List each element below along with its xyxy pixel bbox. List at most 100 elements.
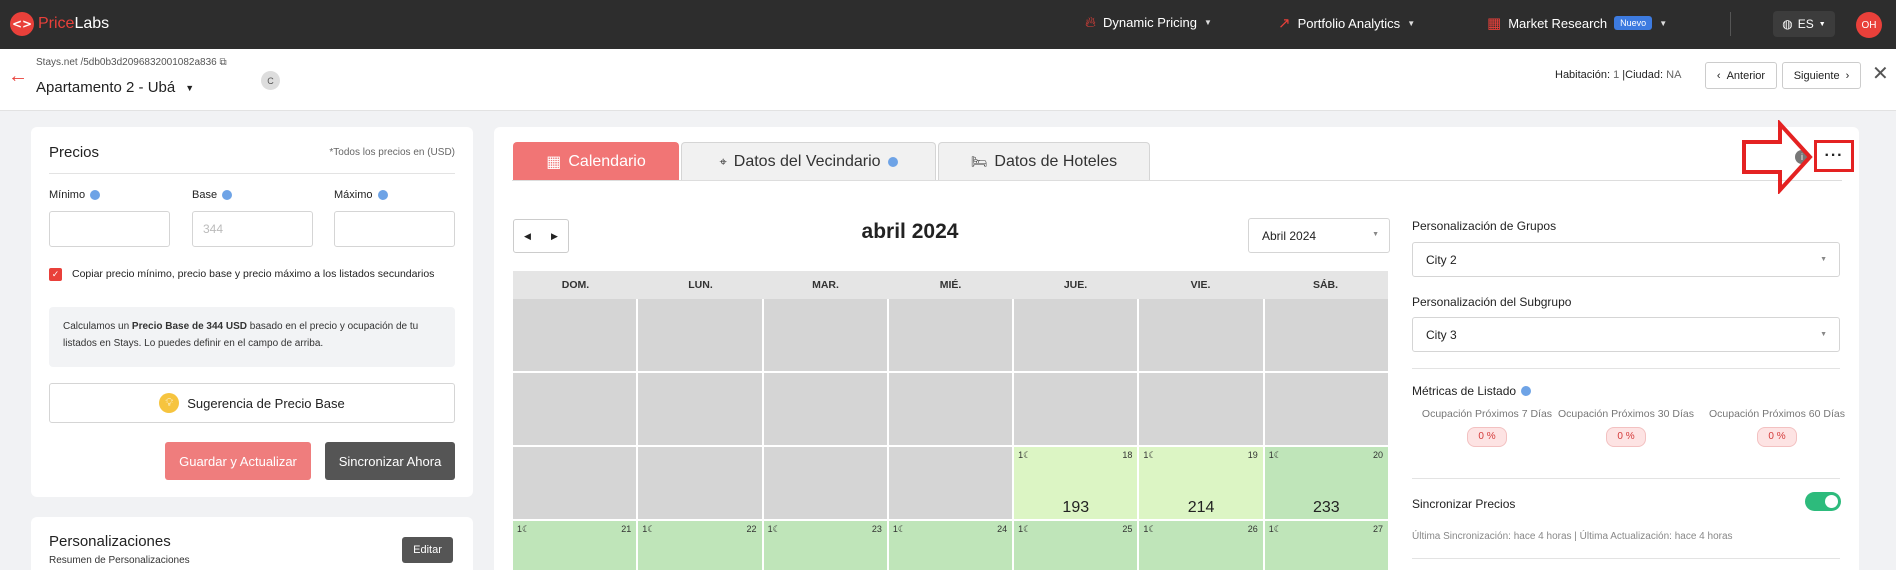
previous-listing-button[interactable]: ‹ Anterior bbox=[1705, 62, 1777, 89]
info-icon[interactable] bbox=[1521, 386, 1532, 396]
chevron-down-icon: ▼ bbox=[185, 82, 195, 93]
chevron-down-icon: ▼ bbox=[1659, 18, 1668, 28]
calendar-empty-cell bbox=[513, 373, 637, 445]
nav-divider bbox=[1730, 12, 1731, 36]
min-stay-indicator: 1☾ bbox=[1143, 524, 1157, 534]
calendar-day-cell[interactable]: 1☾ 25 bbox=[1014, 521, 1138, 570]
day-number: 27 bbox=[1372, 524, 1383, 534]
listing-selector[interactable]: Apartamento 2 - Ubá ▼ bbox=[36, 79, 194, 96]
calendar-day-cell[interactable]: 1☾ 20 233 bbox=[1264, 447, 1388, 519]
group-customization-label: Personalización de Grupos bbox=[1412, 219, 1557, 233]
base-price-suggestion-button[interactable]: 💡︎ Sugerencia de Precio Base bbox=[49, 383, 455, 423]
next-listing-button[interactable]: Siguiente › bbox=[1782, 62, 1861, 89]
listing-metrics-label: Métricas de Listado bbox=[1412, 384, 1532, 398]
chevron-right-icon: › bbox=[1845, 69, 1850, 82]
max-price-input[interactable] bbox=[334, 211, 455, 247]
nav-dynamic-pricing-label: Dynamic Pricing bbox=[1103, 15, 1197, 30]
calendar-day-cell[interactable]: 1☾ 27 bbox=[1264, 521, 1388, 570]
calendar-empty-cell bbox=[638, 373, 762, 445]
weekday-header: MIÉ. bbox=[939, 279, 962, 291]
bed-icon: 🛏︎ bbox=[970, 154, 988, 169]
prices-currency-note: *Todos los precios en (USD) bbox=[329, 147, 455, 158]
calendar-weekday-header: DOM. LUN. MAR. MIÉ. JUE. VIE. SÁB. bbox=[513, 271, 1388, 299]
min-stay-indicator: 1☾ bbox=[1268, 450, 1282, 460]
calendar-day-cell[interactable]: 1☾ 21 bbox=[513, 521, 637, 570]
day-number: 21 bbox=[621, 524, 632, 534]
copy-prices-checkbox[interactable]: ✓ bbox=[49, 268, 62, 281]
weekday-header: VIE. bbox=[1190, 279, 1211, 291]
nav-dynamic-pricing[interactable]: 🔥︎ Dynamic Pricing ▼ bbox=[1085, 14, 1212, 31]
calendar-day-cell[interactable]: 1☾ 26 bbox=[1139, 521, 1263, 570]
user-avatar[interactable]: OH bbox=[1856, 12, 1882, 38]
calendar-icon: ▦ bbox=[546, 154, 562, 171]
weekday-header: DOM. bbox=[561, 279, 590, 291]
chevron-left-icon: ‹ bbox=[1716, 69, 1721, 82]
base-price-input[interactable]: 344 bbox=[192, 211, 313, 247]
language-selector[interactable]: ◍ ES ▼ bbox=[1773, 11, 1835, 37]
metric-occupancy-30-days: Ocupación Próximos 30 Días 0 % bbox=[1551, 406, 1701, 447]
logo-text: PriceLabs bbox=[38, 15, 110, 32]
external-link-icon[interactable]: ⧉ bbox=[220, 57, 227, 68]
save-and-update-button[interactable]: Guardar y Actualizar bbox=[165, 442, 311, 480]
customizations-card: Personalizaciones Resumen de Personaliza… bbox=[31, 517, 473, 570]
subgroup-select[interactable]: City 3 ▼ bbox=[1412, 317, 1840, 352]
close-icon[interactable]: ✕ bbox=[1872, 61, 1889, 86]
info-icon[interactable] bbox=[377, 190, 388, 200]
divider bbox=[1412, 368, 1840, 369]
more-options-button[interactable]: ··· bbox=[1814, 140, 1854, 172]
calendar-empty-cell bbox=[1139, 373, 1263, 445]
calendar-day-cell[interactable]: 1☾ 24 bbox=[888, 521, 1013, 570]
metric-occupancy-60-days: Ocupación Próximos 60 Días 0 % bbox=[1702, 406, 1852, 447]
calendar-empty-cell bbox=[763, 447, 887, 519]
month-title: abril 2024 bbox=[861, 220, 959, 243]
sync-now-button[interactable]: Sincronizar Ahora bbox=[325, 442, 455, 480]
tab-hotel-data[interactable]: 🛏︎ Datos de Hoteles bbox=[938, 142, 1150, 181]
group-select[interactable]: City 2 ▼ bbox=[1412, 242, 1840, 277]
calendar-empty-cell bbox=[638, 299, 762, 371]
prices-card: Precios *Todos los precios en (USD) Míni… bbox=[31, 127, 473, 497]
calendar-day-cell[interactable]: 1☾ 23 bbox=[763, 521, 887, 570]
calendar-empty-cell bbox=[888, 447, 1013, 519]
info-icon[interactable] bbox=[222, 190, 233, 200]
weekday-header: JUE. bbox=[1063, 279, 1088, 291]
day-price: 214 bbox=[1187, 499, 1215, 516]
month-select[interactable]: Abril 2024 ▼ bbox=[1248, 218, 1390, 253]
calendar-empty-cell bbox=[888, 299, 1013, 371]
edit-customizations-button[interactable]: Editar bbox=[402, 537, 453, 563]
day-price: 193 bbox=[1062, 499, 1090, 516]
calendar-empty-cell bbox=[1139, 299, 1263, 371]
calendar-month-nav: ◀ ▶ bbox=[513, 219, 569, 253]
day-number: 19 bbox=[1247, 450, 1258, 460]
weekday-header: MAR. bbox=[812, 279, 839, 291]
min-stay-indicator: 1☾ bbox=[517, 524, 531, 534]
day-price: 233 bbox=[1312, 499, 1340, 516]
top-navbar: <> PriceLabs 🔥︎ Dynamic Pricing ▼ ↗ Port… bbox=[0, 0, 1896, 49]
divider bbox=[49, 173, 455, 174]
nav-market-research[interactable]: ▦ Market Research Nuevo ▼ bbox=[1487, 14, 1667, 32]
min-price-input[interactable] bbox=[49, 211, 170, 247]
customizations-subtitle: Resumen de Personalizaciones bbox=[49, 555, 190, 566]
chevron-down-icon: ▼ bbox=[1203, 18, 1212, 27]
sync-prices-toggle[interactable] bbox=[1805, 492, 1841, 511]
tab-calendar[interactable]: ▦ Calendario bbox=[513, 142, 679, 181]
pricelabs-logo[interactable]: <> PriceLabs bbox=[10, 12, 109, 36]
info-icon[interactable] bbox=[90, 190, 101, 200]
chevron-down-icon: ▼ bbox=[1820, 256, 1827, 263]
nav-portfolio-analytics-label: Portfolio Analytics bbox=[1297, 15, 1401, 31]
nav-portfolio-analytics[interactable]: ↗ Portfolio Analytics ▼ bbox=[1278, 14, 1415, 32]
min-stay-indicator: 1☾ bbox=[1268, 524, 1282, 534]
calendar-day-cell[interactable]: 1☾ 22 bbox=[638, 521, 762, 570]
back-arrow-icon[interactable]: ← bbox=[8, 65, 28, 88]
calendar-day-cell[interactable]: 1☾ 18 193 bbox=[1014, 447, 1138, 519]
info-icon[interactable] bbox=[887, 157, 898, 167]
calendar-empty-cell bbox=[763, 373, 887, 445]
calendar-day-cell[interactable]: 1☾ 19 214 bbox=[1139, 447, 1263, 519]
prev-month-arrow-icon[interactable]: ◀ bbox=[514, 220, 541, 252]
calendar-empty-cell bbox=[513, 299, 637, 371]
min-stay-indicator: 1☾ bbox=[892, 524, 906, 534]
next-month-arrow-icon[interactable]: ▶ bbox=[541, 220, 568, 252]
calendar-empty-cell bbox=[1014, 299, 1138, 371]
tab-neighborhood-data[interactable]: ⌖ Datos del Vecindario bbox=[681, 142, 936, 181]
day-number: 20 bbox=[1372, 450, 1383, 460]
calendar-grid: 1☾ 18 193 1☾ 19 214 1☾ 20 233 1☾ 21 1☾ 22 1☾ 23 1☾ 24 1☾ 2… bbox=[513, 299, 1388, 570]
